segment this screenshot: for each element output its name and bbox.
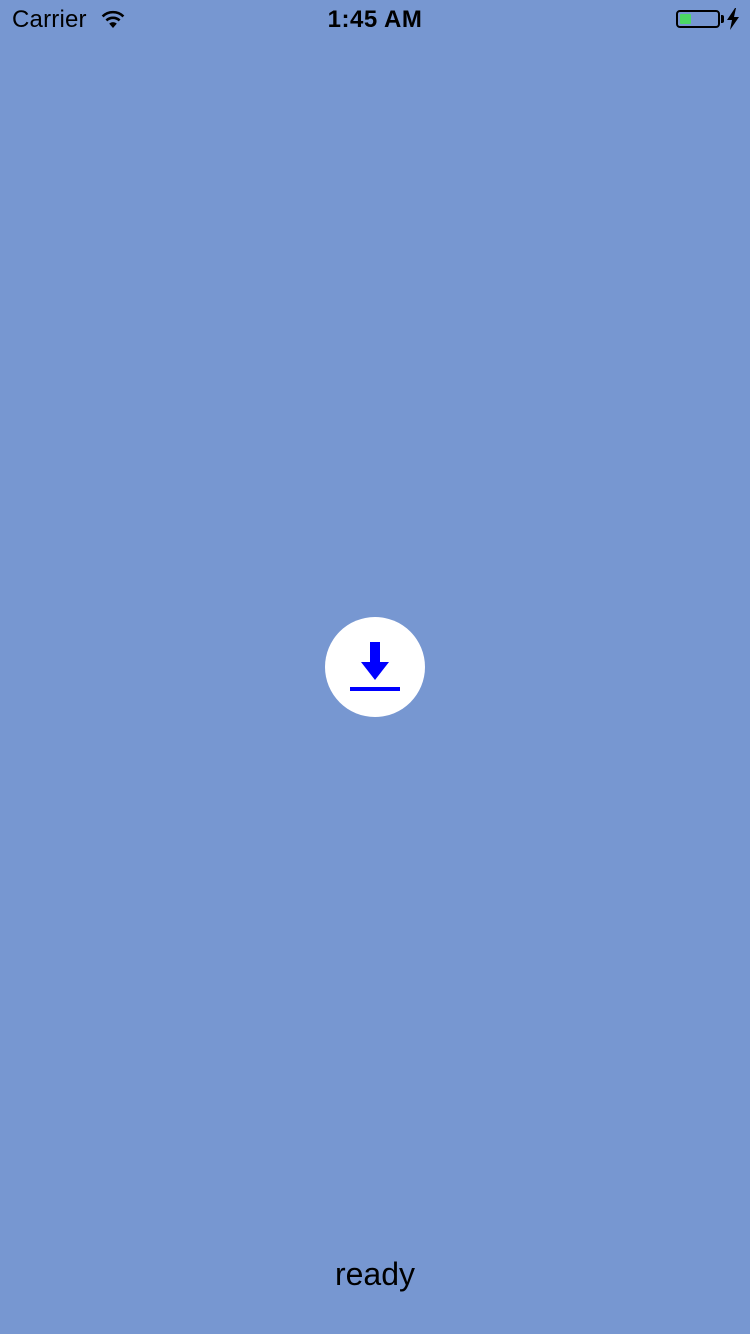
status-text: ready bbox=[334, 1256, 416, 1292]
charging-bolt-icon bbox=[727, 8, 739, 30]
download-button[interactable] bbox=[325, 617, 425, 717]
battery-level bbox=[680, 14, 691, 24]
download-icon bbox=[350, 642, 400, 691]
battery-tip bbox=[721, 15, 724, 23]
clock: 1:45 AM bbox=[327, 6, 423, 33]
battery-icon bbox=[676, 10, 720, 28]
status-bar: Carrier 1:45 AM bbox=[0, 0, 750, 40]
